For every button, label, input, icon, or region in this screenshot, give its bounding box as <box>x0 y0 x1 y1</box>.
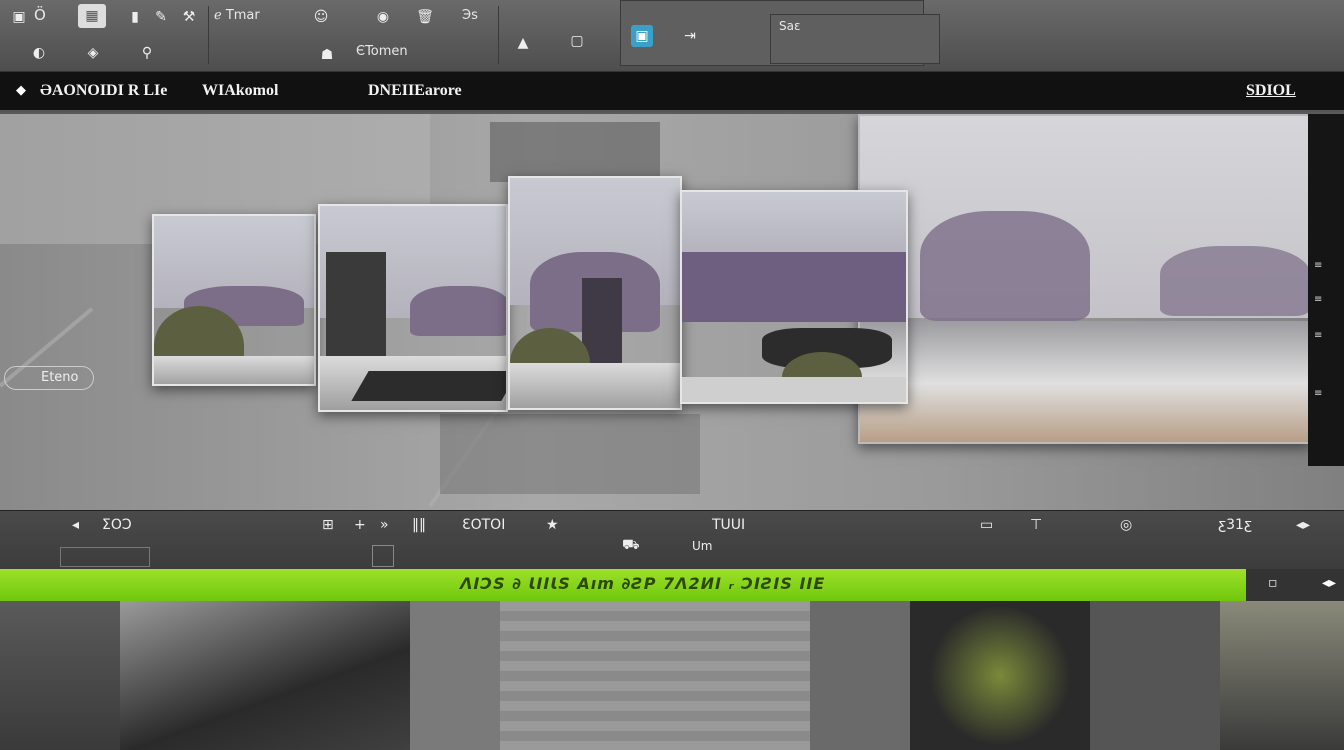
top-toolbar: ▣ Ö ▦ ▮ ✎ ⚒ ℯ Tmar ☺ ◉ 🗑 Эs ◐ ◈ ⚲ ☗ ЄTom… <box>0 0 1344 72</box>
menu-icon[interactable]: ▭ <box>980 517 993 533</box>
track-box[interactable] <box>60 547 150 567</box>
bars-icon[interactable]: ‖‖ <box>412 517 426 533</box>
eye-icon[interactable]: ◐ <box>28 42 50 64</box>
export-icon[interactable]: ⇥ <box>679 25 701 47</box>
keyframe-box[interactable] <box>372 545 394 567</box>
camera-icon[interactable]: ◉ <box>372 6 394 28</box>
side-panel <box>1308 114 1344 466</box>
status-controls: ▫ ◂▸ <box>1246 569 1344 601</box>
monitor-icon[interactable]: ▣ <box>631 25 653 47</box>
frame-icon[interactable]: ▢ <box>566 30 588 52</box>
toolbar-label-2: ℯ Tmar <box>214 8 260 23</box>
hammer-icon[interactable]: ⚒ <box>178 6 200 28</box>
photo-large[interactable] <box>858 114 1310 444</box>
menu-item-social[interactable]: SDIOL <box>1246 82 1296 100</box>
prev-icon[interactable]: ◂ <box>72 517 79 533</box>
thumbnail-strip <box>0 601 1344 750</box>
expand-icon[interactable]: ◂▸ <box>1322 575 1336 591</box>
thumbnail-5[interactable] <box>810 601 910 750</box>
lock-icon[interactable]: ⚲ <box>136 42 158 64</box>
stamp-icon[interactable]: ◈ <box>82 42 104 64</box>
photo-thumb-3[interactable] <box>508 176 682 410</box>
square-icon[interactable]: ▫ <box>1268 575 1278 591</box>
pointer-icon: ◆ <box>16 83 26 98</box>
thumbnail-4[interactable] <box>500 601 810 750</box>
zoom-icon[interactable]: ◂▸ <box>1296 517 1310 533</box>
side-value-2: ≡ <box>1314 294 1323 305</box>
timeline-mid-label: ƐOTOI <box>462 517 506 533</box>
progress-bar[interactable]: ɅIƆS ∂ ƖIIƖS Aım ∂ƧP 7Λ2ИI ᵣ ƆIƧIS IIE <box>0 569 1246 601</box>
photo-thumb-1[interactable] <box>152 214 316 386</box>
face-icon[interactable]: ☺ <box>310 6 332 28</box>
menu-item-preferences[interactable]: DNEIIEarore <box>368 82 462 100</box>
toolbar-label-1: Ö <box>34 6 46 24</box>
canvas-tag[interactable]: Eteno <box>4 366 94 390</box>
ghost-photo <box>490 122 660 182</box>
timeline-right-label: TUUI <box>712 517 746 533</box>
photo-thumb-2[interactable] <box>318 204 508 412</box>
side-value-4: ≡ <box>1314 388 1323 399</box>
car-icon: ⛟ <box>622 537 640 553</box>
add-icon[interactable]: + <box>354 517 366 533</box>
thumbnail-6[interactable] <box>910 601 1090 750</box>
editor-canvas[interactable]: Eteno <box>0 114 1344 510</box>
toolbar-label-4: ЄTomen <box>356 44 408 59</box>
timecode: ƹ31ƹ <box>1218 517 1252 533</box>
ghost-panel <box>440 414 700 494</box>
menu-bar: ◆ ƏAONOIDI R LIe WIAkomol DNEIIEarore SD… <box>0 72 1344 112</box>
gallery-icon[interactable]: ▣ <box>8 6 30 28</box>
user-icon[interactable]: ☗ <box>316 44 338 66</box>
thumbnail-1[interactable] <box>0 601 120 750</box>
timeline-left-label: ƩOƆ <box>102 517 132 533</box>
menu-item-window[interactable]: WIAkomol <box>202 82 278 100</box>
crop-icon[interactable]: ⊞ <box>322 517 334 533</box>
trim-icon[interactable]: ⊤ <box>1030 517 1042 533</box>
toolbar-label-3: Эs <box>462 8 478 23</box>
thumbnail-8[interactable] <box>1220 601 1344 750</box>
side-value-3: ≡ <box>1314 330 1323 341</box>
paint-icon[interactable]: ▮ <box>124 6 146 28</box>
circle-icon[interactable]: ◎ <box>1120 517 1132 533</box>
side-value-1: ≡ <box>1314 260 1323 271</box>
thumbnail-7[interactable] <box>1090 601 1220 750</box>
star-icon[interactable]: ★ <box>546 517 559 533</box>
photo-thumb-4[interactable] <box>680 190 908 404</box>
timeline-controls: ◂ ƩOƆ ⊞ + » ‖‖ ƐOTOI ★ TUUI ⛟ Um ▭ ⊤ ◎ ƹ… <box>0 510 1344 570</box>
brush-icon[interactable]: ✎ <box>150 6 172 28</box>
forward-icon[interactable]: » <box>380 517 389 533</box>
grid-icon[interactable]: ▦ <box>78 4 106 28</box>
thumbnail-3[interactable] <box>410 601 500 750</box>
trash-icon[interactable]: 🗑 <box>414 6 436 28</box>
status-text: ɅIƆS ∂ ƖIIƖS Aım ∂ƧP 7Λ2ИI ᵣ ƆIƧIS IIE <box>460 574 826 593</box>
thumbnail-2[interactable] <box>120 601 410 750</box>
cursor-icon[interactable]: ▲ <box>512 32 534 54</box>
timeline-sub-label: Um <box>692 539 713 553</box>
info-panel: Saɛ <box>770 14 940 64</box>
menu-item-file[interactable]: ƏAONOIDI R LIe <box>40 82 167 100</box>
info-label: Saɛ <box>779 19 801 33</box>
